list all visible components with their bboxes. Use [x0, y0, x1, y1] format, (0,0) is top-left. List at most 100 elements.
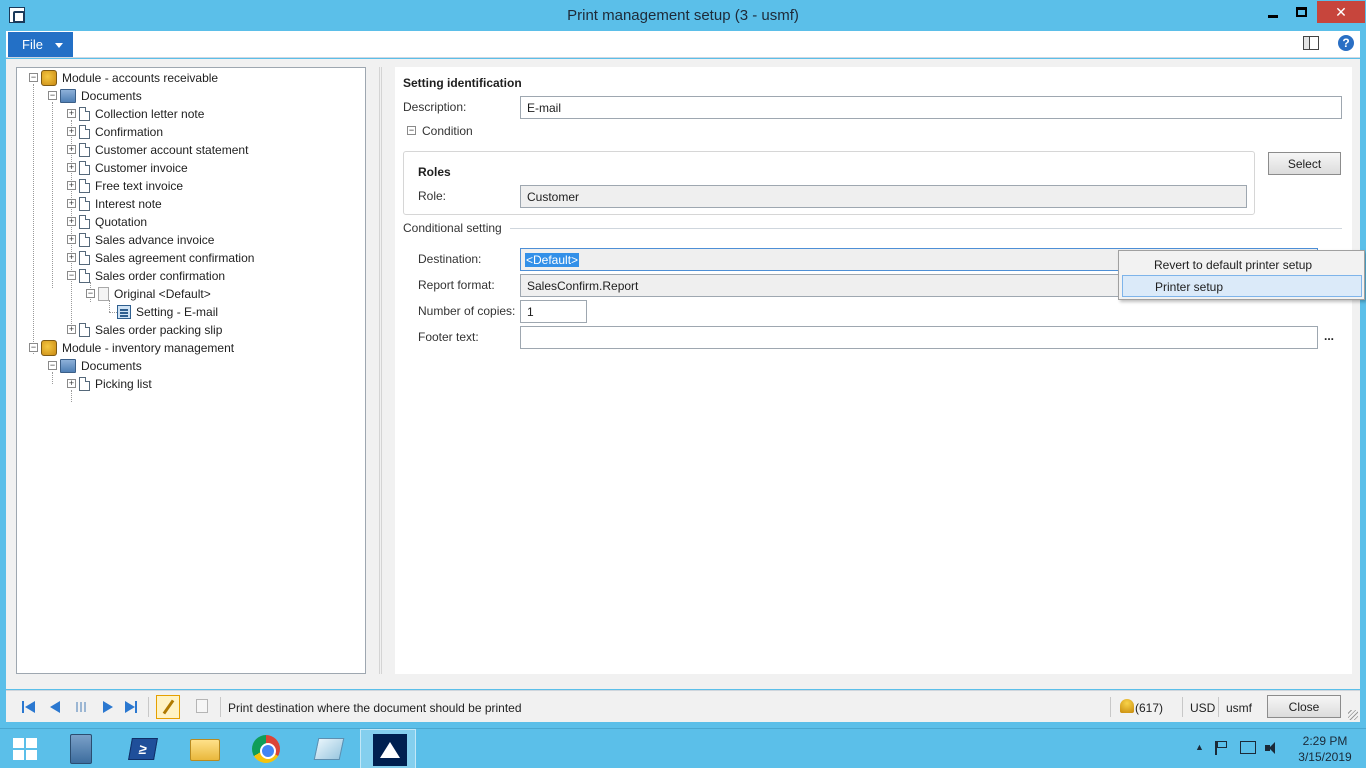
- collapse-icon[interactable]: −: [29, 343, 38, 352]
- tree-node-document[interactable]: + Customer account statement: [63, 141, 248, 159]
- setting-identification-heading: Setting identification: [403, 76, 522, 90]
- flag-icon[interactable]: [1215, 741, 1229, 755]
- taskbar-powershell[interactable]: ≥: [112, 729, 174, 768]
- taskbar-dynamics-ax[interactable]: [360, 729, 416, 768]
- tree-node-label: Collection letter note: [95, 107, 205, 121]
- window-title: Print management setup (3 - usmf): [567, 7, 799, 24]
- maximize-icon: [1296, 7, 1307, 17]
- tree-node-module-ar[interactable]: − Module - accounts receivable: [25, 69, 218, 87]
- condition-collapse-icon[interactable]: −: [407, 126, 416, 135]
- collapse-icon[interactable]: −: [48, 91, 57, 100]
- title-bar[interactable]: Print management setup (3 - usmf) ✕: [0, 0, 1366, 30]
- tree-node-documents-ar[interactable]: − Documents: [44, 87, 142, 105]
- edit-pencil-icon[interactable]: [156, 695, 180, 719]
- expand-icon[interactable]: +: [67, 181, 76, 190]
- file-menu-button[interactable]: File: [8, 32, 73, 57]
- tree-node-label: Confirmation: [95, 125, 164, 139]
- collapse-icon[interactable]: −: [86, 289, 95, 298]
- expand-icon[interactable]: +: [67, 109, 76, 118]
- close-button[interactable]: Close: [1267, 695, 1341, 718]
- document-icon: [79, 161, 90, 175]
- form-panel: Setting identification Description: E-ma…: [395, 67, 1352, 674]
- tray-overflow-chevron-icon[interactable]: ▲: [1195, 742, 1204, 752]
- maximize-button[interactable]: [1288, 1, 1315, 23]
- expand-icon[interactable]: +: [67, 253, 76, 262]
- tree-node-sales-order-confirmation[interactable]: − Sales order confirmation: [63, 267, 225, 285]
- taskbar-file-explorer[interactable]: [174, 729, 236, 768]
- collapse-icon[interactable]: −: [67, 271, 76, 280]
- grid-view-button[interactable]: [74, 699, 90, 715]
- minimize-button[interactable]: [1259, 1, 1286, 23]
- select-button[interactable]: Select: [1268, 152, 1341, 175]
- tree-node-document[interactable]: + Confirmation: [63, 123, 163, 141]
- expand-icon[interactable]: +: [67, 145, 76, 154]
- tree-node-module-inv[interactable]: − Module - inventory management: [25, 339, 234, 357]
- tree-node-document[interactable]: + Quotation: [63, 213, 147, 231]
- previous-icon: [50, 701, 60, 713]
- description-field[interactable]: E-mail: [520, 96, 1342, 119]
- first-record-button[interactable]: [22, 699, 38, 715]
- conditional-setting-heading: Conditional setting: [403, 221, 502, 235]
- copies-field[interactable]: 1: [520, 300, 587, 323]
- collapse-icon[interactable]: −: [29, 73, 38, 82]
- layout-toggle-icon[interactable]: [1303, 36, 1319, 50]
- help-icon[interactable]: ?: [1338, 35, 1354, 51]
- panel-splitter[interactable]: [379, 67, 382, 674]
- expand-icon[interactable]: +: [67, 217, 76, 226]
- tree-node-document[interactable]: + Interest note: [63, 195, 162, 213]
- minimize-icon: [1267, 14, 1278, 18]
- taskbar-server-manager[interactable]: [50, 729, 112, 768]
- tree-node-document[interactable]: + Picking list: [63, 375, 152, 393]
- tree-node-label: Quotation: [95, 215, 148, 229]
- expand-icon[interactable]: +: [67, 235, 76, 244]
- next-record-button[interactable]: [100, 699, 116, 715]
- expand-icon[interactable]: +: [67, 379, 76, 388]
- previous-record-button[interactable]: [48, 699, 64, 715]
- footer-lookup-button[interactable]: ...: [1324, 329, 1334, 343]
- taskbar-app[interactable]: [298, 729, 360, 768]
- tree-node-label: Module - inventory management: [62, 341, 235, 355]
- tree-node-documents-inv[interactable]: − Documents: [44, 357, 142, 375]
- tree-node-setting-email[interactable]: Setting - E-mail: [117, 303, 218, 321]
- tree-node-document[interactable]: + Customer invoice: [63, 159, 188, 177]
- menu-item-revert-printer-setup[interactable]: Revert to default printer setup: [1122, 254, 1362, 276]
- resize-grip-icon[interactable]: [1348, 710, 1358, 720]
- document-icon: [79, 143, 90, 157]
- system-clock[interactable]: 2:29 PM 3/15/2019: [1290, 733, 1360, 765]
- role-field[interactable]: Customer: [520, 185, 1247, 208]
- footer-text-field[interactable]: [520, 326, 1318, 349]
- notification-bell-icon[interactable]: [1120, 699, 1134, 713]
- chevron-down-icon: [55, 43, 63, 48]
- chrome-icon: [252, 735, 280, 763]
- tree-panel[interactable]: − Module - accounts receivable − Documen…: [16, 67, 366, 674]
- menu-item-printer-setup[interactable]: Printer setup: [1122, 275, 1362, 297]
- file-menu-label: File: [22, 37, 43, 52]
- tree-node-document[interactable]: + Collection letter note: [63, 105, 204, 123]
- taskbar-chrome[interactable]: [236, 729, 298, 768]
- tree-node-document[interactable]: + Sales agreement confirmation: [63, 249, 254, 267]
- document-icon: [79, 251, 90, 265]
- document-icon: [79, 377, 90, 391]
- currency-indicator[interactable]: USD: [1190, 701, 1215, 715]
- close-window-button[interactable]: ✕: [1317, 1, 1365, 23]
- expand-icon[interactable]: +: [67, 325, 76, 334]
- tree-node-document[interactable]: + Sales order packing slip: [63, 321, 222, 339]
- network-icon[interactable]: [1240, 741, 1256, 754]
- notification-count[interactable]: (617): [1135, 701, 1163, 715]
- volume-icon[interactable]: [1265, 741, 1279, 755]
- tree-node-document[interactable]: + Free text invoice: [63, 177, 183, 195]
- expand-icon[interactable]: +: [67, 127, 76, 136]
- last-icon: [135, 701, 137, 713]
- company-indicator[interactable]: usmf: [1226, 701, 1252, 715]
- document-icon: [79, 107, 90, 121]
- expand-icon[interactable]: +: [67, 163, 76, 172]
- role-label: Role:: [418, 189, 447, 203]
- last-record-button[interactable]: [124, 699, 140, 715]
- tree-node-original[interactable]: − Original <Default>: [82, 285, 211, 303]
- tree-node-document[interactable]: + Sales advance invoice: [63, 231, 214, 249]
- collapse-icon[interactable]: −: [48, 361, 57, 370]
- start-button[interactable]: [0, 729, 50, 768]
- document-icon: [79, 197, 90, 211]
- expand-icon[interactable]: +: [67, 199, 76, 208]
- attachment-icon[interactable]: [196, 699, 208, 713]
